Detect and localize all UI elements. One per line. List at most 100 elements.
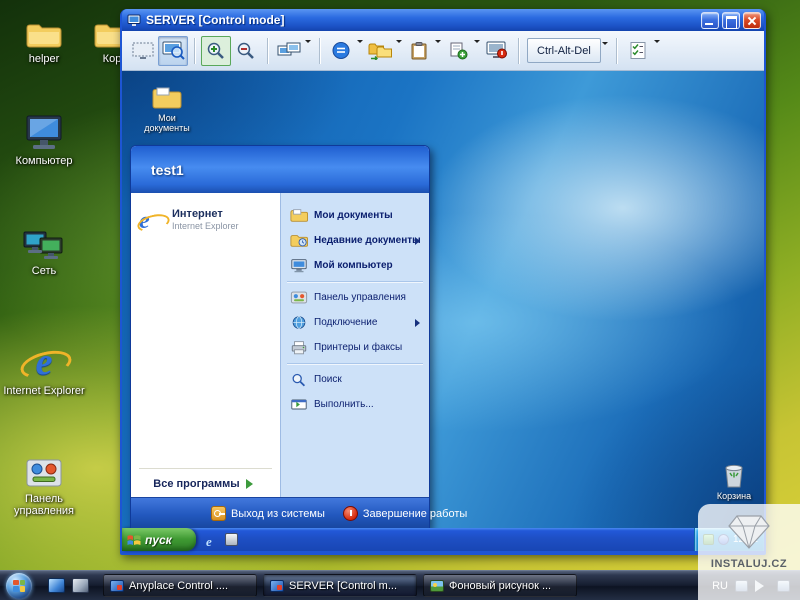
remote-desktop: Мои документы Корзина test1 e <box>122 71 764 528</box>
menu-item-label: Подключение <box>314 317 377 328</box>
picture-icon <box>430 580 444 592</box>
zoom-in-icon <box>206 41 226 60</box>
menu-item-printers-faxes[interactable]: Принтеры и факсы <box>281 335 429 360</box>
shut-down-button[interactable]: Завершение работы <box>343 506 467 521</box>
view-mode-button[interactable] <box>158 36 188 66</box>
start-button-label: пуск <box>145 533 172 547</box>
taskbar-button-server[interactable]: SERVER [Control m... <box>263 574 417 597</box>
network-icon <box>22 226 66 262</box>
window-switcher-icon[interactable] <box>72 578 89 593</box>
menu-item-recent-documents[interactable]: Недавние документы <box>281 228 429 253</box>
options-checklist-icon <box>629 41 647 60</box>
screen-capture-button[interactable] <box>128 36 158 66</box>
menu-item-label: Принтеры и факсы <box>314 342 402 353</box>
options-button[interactable] <box>623 36 653 66</box>
window-titlebar[interactable]: SERVER [Control mode] <box>122 9 764 31</box>
control-panel-icon <box>25 456 63 490</box>
log-off-button[interactable]: Выход из системы <box>211 506 325 521</box>
menu-item-my-documents[interactable]: Мои документы <box>281 203 429 228</box>
taskbar-button-wallpaper[interactable]: Фоновый рисунок ... <box>423 574 577 597</box>
menu-item-internet[interactable]: e Интернет Internet Explorer <box>131 206 280 236</box>
taskbar-button-anyplace[interactable]: Anyplace Control .... <box>103 574 257 597</box>
menu-item-control-panel[interactable]: Панель управления <box>281 285 429 310</box>
remote-icon-label: Корзина <box>706 491 762 501</box>
zoom-out-button[interactable] <box>231 36 261 66</box>
start-menu-username: test1 <box>151 162 184 178</box>
clipboard-icon <box>410 41 428 60</box>
taskbar-button-label: Anyplace Control .... <box>129 580 228 592</box>
submenu-arrow-icon <box>415 237 424 245</box>
all-programs-arrow-icon <box>246 479 258 489</box>
windows-logo-icon <box>13 580 25 592</box>
file-transfer-icon <box>368 41 392 60</box>
maximize-button[interactable] <box>722 12 740 29</box>
recent-folder-icon <box>290 233 308 248</box>
recycle-bin-icon <box>722 461 746 489</box>
folder-icon <box>136 79 198 111</box>
file-transfer-button[interactable] <box>365 36 395 66</box>
connect-icon <box>290 315 308 330</box>
start-button[interactable]: пуск <box>122 528 196 551</box>
remote-icon-my-documents[interactable]: Мои документы <box>136 79 198 133</box>
toolbar-separator <box>267 38 268 64</box>
menu-item-search[interactable]: Поиск <box>281 367 429 392</box>
internet-explorer-quicklaunch-icon[interactable]: e <box>206 533 220 547</box>
separator <box>287 281 423 282</box>
shut-down-label: Завершение работы <box>363 508 467 520</box>
menu-item-connect-to[interactable]: Подключение <box>281 310 429 335</box>
all-programs-button[interactable]: Все программы <box>131 477 280 490</box>
desktop-icon-computer[interactable]: Компьютер <box>2 112 86 167</box>
remote-install-button[interactable] <box>443 36 473 66</box>
submenu-arrow-icon <box>415 319 424 327</box>
voice-chat-button[interactable] <box>326 36 356 66</box>
menu-item-label: Поиск <box>314 374 342 385</box>
show-desktop-icon[interactable] <box>48 578 65 593</box>
folder-icon <box>25 20 63 50</box>
view-mode-icon <box>162 41 185 60</box>
desktop-icon-label: Internet Explorer <box>2 385 86 397</box>
start-menu-footer: Выход из системы Завершение работы <box>131 497 429 528</box>
monitor-select-icon <box>277 42 301 60</box>
menu-item-label: Мой компьютер <box>314 260 393 271</box>
minimize-button[interactable] <box>701 12 719 29</box>
monitor-select-button[interactable] <box>274 36 304 66</box>
desktop-icon-network[interactable]: Сеть <box>2 222 86 277</box>
menu-item-my-computer[interactable]: Мой компьютер <box>281 253 429 278</box>
ctrl-alt-del-label: Ctrl-Alt-Del <box>537 45 591 57</box>
remote-icon-recycle-bin[interactable]: Корзина <box>706 457 762 501</box>
ctrl-alt-del-button[interactable]: Ctrl-Alt-Del <box>527 38 601 63</box>
window-title: SERVER [Control mode] <box>146 13 698 27</box>
remote-control-window: SERVER [Control mode] <box>120 9 766 555</box>
desktop-icon-control-panel[interactable]: Панель управления <box>2 450 86 517</box>
close-button[interactable] <box>743 12 761 29</box>
separator <box>139 468 272 469</box>
instaluj-watermark: INSTALUJ.CZ <box>698 504 800 600</box>
taskbar-button-label: Фоновый рисунок ... <box>449 580 551 592</box>
start-menu-left-column: e Интернет Internet Explorer Все програм… <box>131 193 280 497</box>
remote-power-icon <box>486 41 508 60</box>
folder-icon <box>151 85 183 111</box>
voice-chat-icon <box>331 41 351 60</box>
clipboard-transfer-button[interactable] <box>404 36 434 66</box>
zoom-out-icon <box>236 41 256 60</box>
desktop-icon-label: Компьютер <box>2 155 86 167</box>
remote-taskbar: пуск e 12:21 <box>122 528 764 551</box>
remote-power-button[interactable] <box>482 36 512 66</box>
log-off-label: Выход из системы <box>231 508 325 520</box>
menu-item-label: Панель управления <box>314 292 406 303</box>
quicklaunch-icon[interactable] <box>225 533 238 546</box>
computer-icon <box>23 114 65 152</box>
computer-icon <box>290 258 308 273</box>
internet-explorer-icon: e <box>23 342 65 382</box>
screen: helper Кор Компьютер Сеть e Internet Exp… <box>0 0 800 600</box>
desktop-icon-internet-explorer[interactable]: e Internet Explorer <box>2 342 86 397</box>
zoom-in-button[interactable] <box>201 36 231 66</box>
log-off-key-icon <box>211 506 226 521</box>
desktop-icon-label: Сеть <box>2 265 86 277</box>
menu-item-run[interactable]: Выполнить... <box>281 392 429 417</box>
start-orb[interactable] <box>6 573 32 599</box>
search-icon <box>290 372 308 387</box>
menu-item-title: Интернет <box>172 208 239 220</box>
control-panel-icon <box>2 450 86 490</box>
toolbar-separator <box>319 38 320 64</box>
